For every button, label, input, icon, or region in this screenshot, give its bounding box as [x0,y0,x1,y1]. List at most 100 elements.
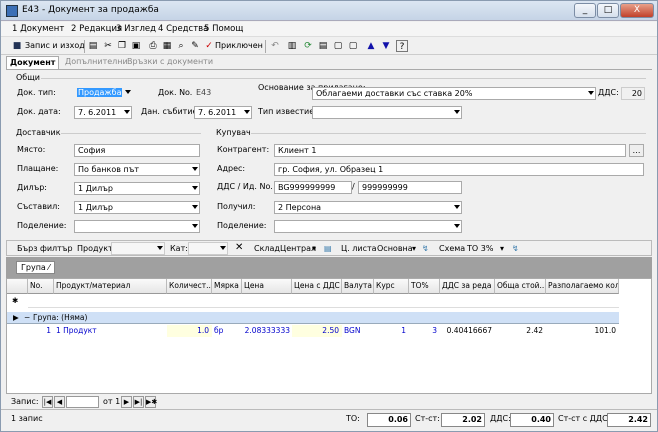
grid-icon[interactable]: ▤ [317,40,329,52]
menu-view[interactable]: 3 Изглед [116,24,156,34]
column-header-unit[interactable]: Мярка [212,279,242,294]
edit-icon[interactable]: ✎ [189,40,201,52]
warehouse-pick-icon[interactable]: ▤ [324,244,332,253]
cell-product[interactable]: 1 Продукт [56,325,166,337]
find-icon[interactable]: ⌕ [175,40,187,52]
refresh-icon[interactable]: ⟳ [302,40,314,52]
pricelist-value[interactable]: Основна [377,244,413,253]
product-filter-select[interactable] [111,242,165,255]
warehouse-dropdown-icon[interactable]: ▾ [312,244,316,253]
menu-document[interactable]: 1 Документ [12,24,64,34]
tab-document[interactable]: Документ [6,56,60,69]
tab-additional[interactable]: Допълнителни [62,56,131,69]
chevron-down-icon [454,224,460,228]
next-record-button[interactable]: ▶ [121,396,132,408]
save-exit-button[interactable]: Запис и изход [25,41,85,50]
group-collapse-icon[interactable]: − [24,312,30,324]
warehouse-value[interactable]: Централ [280,244,316,253]
menu-help[interactable]: 5 Помощ [204,24,243,34]
first-record-button[interactable]: |◀ [42,396,53,408]
undo-icon[interactable]: ↶ [269,40,281,52]
column-header-currency[interactable]: Валута [342,279,374,294]
menu-tools[interactable]: 4 Средства [158,24,208,34]
print-icon[interactable]: ⎙ [147,40,159,52]
contractor-input[interactable]: Клиент 1 [274,144,626,157]
pricelist-label: Ц. листа [341,244,377,253]
cell-currency[interactable]: BGN [342,325,374,337]
help-icon[interactable]: ? [396,40,408,52]
cell-total[interactable]: 2.42 [495,325,546,337]
clear-filter-icon[interactable]: ✕ [235,242,243,253]
down-arrow-icon[interactable]: ▼ [380,40,392,52]
supplier-division-select[interactable] [74,220,200,233]
category-filter-select[interactable] [188,242,228,255]
pricelist-pick-icon[interactable]: ↯ [422,244,429,253]
column-header-rate[interactable]: Курс [374,279,409,294]
basis-select[interactable]: Облагаеми доставки със ставка 20% [312,87,596,100]
cell-qty[interactable]: 1.0 [167,325,212,337]
maximize-button[interactable]: □ [597,3,619,18]
column-header-qty[interactable]: Количест... [167,279,212,294]
menu-edit[interactable]: 2 Редакция [71,24,122,34]
last-record-button[interactable]: ▶| [133,396,144,408]
address-input[interactable]: гр. София, ул. Образец 1 [274,163,644,176]
received-select[interactable]: 2 Персона [274,201,462,214]
new-record-button[interactable]: ▶✱ [145,396,157,408]
cell-unit[interactable]: бр [212,325,242,337]
close-button[interactable]: X [620,3,654,18]
minimize-button[interactable]: _ [574,3,596,18]
tab-links[interactable]: Връзки с документи [124,56,216,69]
column-header-no[interactable]: No. [28,279,54,294]
doc-date-input[interactable]: 7. 6.2011 [74,106,132,119]
compiler-select[interactable]: 1 Дилър [74,201,200,214]
new-icon[interactable]: ▤ [87,40,99,52]
buyer-division-select[interactable] [274,220,462,233]
column-header-to[interactable]: ТО% [409,279,440,294]
column-header-product[interactable]: Продукт/материал [54,279,167,294]
cell-price-vat[interactable]: 2.50 [292,325,342,337]
cell-available[interactable]: 101.0 [546,325,619,337]
chevron-down-icon [192,205,198,209]
pricelist-dropdown-icon[interactable]: ▾ [412,244,416,253]
record-number-input[interactable] [66,396,99,408]
column-header-available[interactable]: Разполагаемо кол. [546,279,619,294]
column-header-vat-row[interactable]: ДДС за реда [440,279,495,294]
post-button[interactable]: Приключен [215,41,263,50]
column-header-total[interactable]: Обща стой... [495,279,546,294]
place-input[interactable]: София [74,144,200,157]
scheme-dropdown-icon[interactable]: ▾ [500,244,504,253]
doc-type-select[interactable]: Продажба [74,87,132,100]
dealer-select[interactable]: 1 Дилър [74,182,200,195]
notice-select[interactable] [312,106,462,119]
payment-select[interactable]: По банков път [74,163,200,176]
id-no-input[interactable]: 999999999 [358,181,462,194]
preview-icon[interactable]: ▦ [161,40,173,52]
column-header-price[interactable]: Цена [242,279,292,294]
paste-icon[interactable]: ▣ [130,40,142,52]
scheme-pick-icon[interactable]: ↯ [512,244,519,253]
cell-no[interactable]: 1 [28,325,54,337]
cell-rate[interactable]: 1 [374,325,409,337]
cut-icon[interactable]: ✂ [102,40,114,52]
page-icon[interactable]: ▢ [332,40,344,52]
doc-type-value: Продажба [77,88,123,97]
scheme-value[interactable]: ТО 3% [467,244,493,253]
copy-icon[interactable]: ❐ [116,40,128,52]
cell-vat-row[interactable]: 0.40416667 [440,325,495,337]
prev-record-button[interactable]: ◀ [54,396,65,408]
table-icon[interactable]: ▥ [286,40,298,52]
pages-icon[interactable]: ▢ [347,40,359,52]
up-arrow-icon[interactable]: ▲ [365,40,377,52]
title-bar[interactable]: E43 - Документ за продажба _ □ X [1,1,657,21]
event-date-input[interactable]: 7. 6.2011 [194,106,252,119]
table-row[interactable]: 1 1 Продукт 1.0 бр 2.08333333 2.50 BGN 1… [7,325,619,337]
cell-to[interactable]: 3 [409,325,440,337]
chevron-down-icon [220,246,226,250]
group-row[interactable]: ▶ − Група: (Няма) [7,312,619,324]
check-icon: ✓ [205,41,213,51]
vat-no-input[interactable]: BG999999999 [274,181,352,194]
column-header-price-vat[interactable]: Цена с ДДС [292,279,342,294]
contractor-browse-button[interactable]: … [629,144,644,157]
cell-price[interactable]: 2.08333333 [242,325,292,337]
group-chip[interactable]: Група ⁄ [16,261,55,274]
